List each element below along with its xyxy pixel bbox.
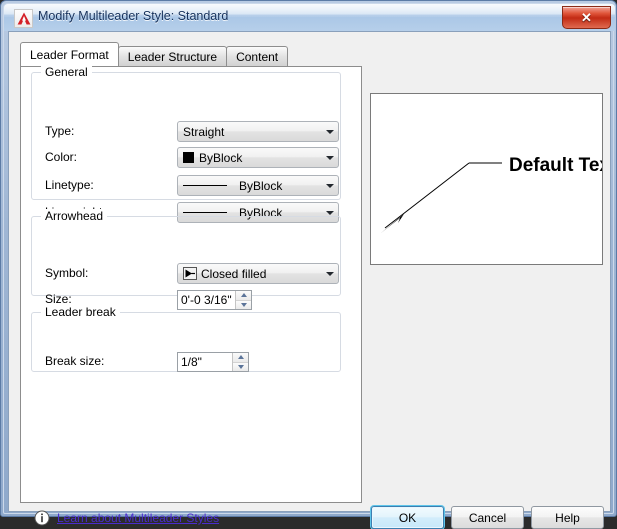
break-size-stepper[interactable]: 1/8" <box>177 352 249 372</box>
chevron-down-icon <box>321 271 338 276</box>
linetype-value: ByBlock <box>239 178 283 193</box>
chevron-down-icon <box>321 129 338 134</box>
label-symbol: Symbol: <box>45 266 89 280</box>
break-size-input[interactable]: 1/8" <box>178 353 232 371</box>
linetype-value-wrap: ByBlock <box>178 179 321 193</box>
line-sample-icon <box>183 212 227 213</box>
symbol-value-wrap: Closed filled <box>178 267 321 281</box>
preview-text: Default Text <box>509 155 602 176</box>
symbol-value: Closed filled <box>201 266 267 281</box>
group-arrowhead: Arrowhead <box>31 209 341 296</box>
dialog-window: Modify Multileader Style: Standard ✕ Lea… <box>0 0 617 529</box>
type-combobox[interactable]: Straight <box>177 121 339 142</box>
dialog-client-area: Leader Format Leader Structure Content G… <box>8 31 611 529</box>
arrowhead-size-stepper[interactable]: 0'-0 3/16" <box>177 290 252 310</box>
label-type: Type: <box>45 124 75 138</box>
spin-up-icon[interactable] <box>233 353 248 362</box>
title-bar[interactable]: Modify Multileader Style: Standard ✕ <box>4 4 615 31</box>
multileader-preview: Default Text <box>370 93 603 265</box>
closed-filled-arrow-icon <box>183 267 197 280</box>
label-break-size: Break size: <box>45 354 105 368</box>
autocad-a-icon <box>14 9 33 28</box>
spin-up-icon[interactable] <box>236 291 251 300</box>
color-swatch-icon <box>183 152 194 163</box>
color-value: ByBlock <box>199 150 243 165</box>
type-value: Straight <box>183 124 225 139</box>
line-sample-icon <box>183 185 227 186</box>
group-arrowhead-title: Arrowhead <box>41 209 108 223</box>
chevron-down-icon <box>321 155 338 160</box>
cancel-button[interactable]: Cancel <box>451 506 524 529</box>
tab-leader-structure[interactable]: Leader Structure <box>117 46 228 66</box>
color-combobox[interactable]: ByBlock <box>177 147 339 168</box>
tab-label: Content <box>236 49 279 64</box>
arrowhead-size-spin-buttons <box>235 291 251 309</box>
spin-down-icon[interactable] <box>236 299 251 309</box>
chevron-down-icon <box>321 210 338 215</box>
tab-leader-format[interactable]: Leader Format <box>20 42 119 66</box>
learn-about-multileader-styles-link[interactable]: Learn about Multileader Styles <box>57 511 219 525</box>
linetype-combobox[interactable]: ByBlock <box>177 175 339 196</box>
info-icon <box>34 510 50 526</box>
label-arrowhead-size: Size: <box>45 292 72 306</box>
arrowhead-size-input[interactable]: 0'-0 3/16" <box>178 291 235 309</box>
tab-label: Leader Format <box>30 47 109 62</box>
spin-down-icon[interactable] <box>233 361 248 371</box>
help-button[interactable]: Help <box>531 506 604 529</box>
tab-strip: Leader Format Leader Structure Content <box>20 42 289 66</box>
break-size-spin-buttons <box>232 353 248 371</box>
label-color: Color: <box>45 150 78 164</box>
cancel-button-label: Cancel <box>468 510 507 525</box>
chevron-down-icon <box>321 183 338 188</box>
window-title: Modify Multileader Style: Standard <box>38 9 229 23</box>
ok-button-label: OK <box>398 510 417 525</box>
group-general-title: General <box>41 65 92 79</box>
ok-button[interactable]: OK <box>371 506 444 529</box>
arrowhead-symbol-combobox[interactable]: Closed filled <box>177 263 339 284</box>
group-leader-break-title: Leader break <box>41 305 120 319</box>
color-value-wrap: ByBlock <box>178 151 321 165</box>
label-linetype: Linetype: <box>45 178 94 192</box>
tab-label: Leader Structure <box>127 49 218 64</box>
tab-content[interactable]: Content <box>226 46 289 66</box>
close-icon[interactable]: ✕ <box>562 6 611 29</box>
help-button-label: Help <box>555 510 580 525</box>
close-glyph: ✕ <box>581 10 592 25</box>
